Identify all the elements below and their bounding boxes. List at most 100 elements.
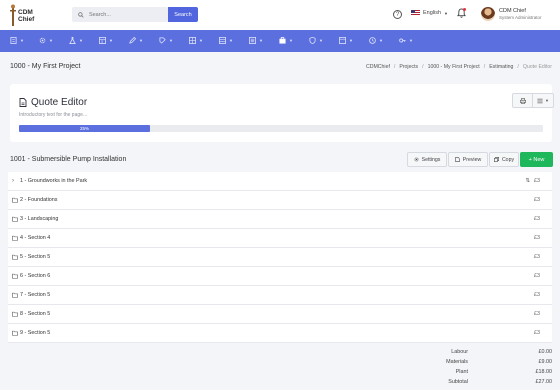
total-label: Materials — [446, 359, 468, 365]
quote-editor-intro: Introductory text for the page... — [19, 112, 88, 118]
menu-item-shield[interactable]: ▼ — [309, 37, 323, 44]
grid-icon — [189, 37, 196, 44]
list-item-value: £3 — [534, 197, 540, 203]
menu-item-key[interactable]: ▼ — [399, 37, 413, 44]
settings-label: Settings — [421, 156, 441, 163]
file-icon — [455, 157, 460, 162]
language-label: English — [423, 10, 442, 16]
print-button[interactable] — [513, 94, 533, 107]
list-item[interactable]: 6 - Section 6 £3 — [8, 267, 552, 286]
list-item[interactable]: 2 - Foundations £3 — [8, 191, 552, 210]
quote-editor-title: Quote Editor — [31, 97, 88, 108]
breadcrumb-item[interactable]: CDMChief — [366, 64, 390, 70]
search-box — [72, 7, 168, 22]
total-value: £27.00 — [535, 379, 553, 385]
user-role: System Administrator — [499, 15, 542, 20]
menu-item-briefcase[interactable]: ▼ — [279, 37, 293, 44]
language-selector[interactable]: English ▼ — [411, 10, 448, 16]
menu-item-pencil[interactable]: ▼ — [129, 37, 143, 44]
search-icon — [78, 11, 84, 18]
user-name[interactable]: CDM Chief — [499, 8, 526, 14]
copy-label: Copy — [501, 156, 515, 163]
list-menu-button[interactable]: ▼ — [533, 94, 553, 107]
settings-button[interactable]: Settings — [407, 152, 447, 167]
layers-icon — [249, 37, 256, 44]
sort-icon[interactable]: ⇅ — [525, 178, 530, 184]
menu-item-layers[interactable]: ▼ — [249, 37, 263, 44]
menu-item-document[interactable]: ▼ — [10, 37, 24, 44]
menu-item-paint[interactable]: ▼ — [159, 37, 173, 44]
total-label: Subtotal — [448, 379, 468, 385]
clock-icon — [369, 37, 376, 44]
gear-icon — [39, 37, 46, 44]
new-button[interactable]: + New — [520, 152, 553, 167]
menu-item-layout[interactable]: ▼ — [339, 37, 353, 44]
us-flag-icon — [411, 10, 420, 16]
list-item-label: 4 - Section 4 — [20, 235, 51, 241]
chevron-down-icon: ▼ — [545, 98, 549, 103]
file-edit-icon — [19, 98, 27, 107]
logo[interactable]: CDM Chief — [8, 3, 36, 27]
list-item[interactable]: 4 - Section 4 £3 — [8, 229, 552, 248]
folder-icon — [12, 273, 18, 279]
list-item-value: £3 — [534, 216, 540, 222]
breadcrumb-item[interactable]: Projects — [399, 64, 418, 70]
menu-item-grid[interactable]: ▼ — [189, 37, 203, 44]
help-icon[interactable]: ? — [393, 10, 402, 19]
document-icon — [10, 37, 17, 44]
card-actions: ▼ — [512, 93, 554, 108]
menu-item-flask[interactable]: ▼ — [69, 37, 83, 44]
total-value: £18.00 — [535, 369, 553, 375]
briefcase-icon — [279, 37, 286, 44]
sections-list: › 1 - Groundworks in the Park ⇅ £3 2 - F… — [8, 172, 552, 343]
list-item[interactable]: 7 - Section 5 £3 — [8, 286, 552, 305]
breadcrumb-item[interactable]: 1000 - My First Project — [428, 64, 480, 70]
paint-icon — [159, 37, 166, 44]
list-item[interactable]: 5 - Section 5 £3 — [8, 248, 552, 267]
total-row: Materials £9.00 — [300, 359, 552, 369]
preview-label: Preview — [462, 156, 482, 163]
list-item-label: 1 - Groundworks in the Park — [20, 178, 88, 184]
list-item-value: £3 — [534, 235, 540, 241]
layout-icon — [339, 37, 346, 44]
total-row: Subtotal £27.00 — [300, 379, 552, 389]
folder-icon — [12, 216, 18, 222]
breadcrumb: CDMChief / Projects/ 1000 - My First Proj… — [366, 64, 552, 70]
total-value: £0.00 — [538, 349, 553, 355]
logo-text-1: CDM — [18, 9, 33, 16]
folder-icon — [12, 330, 18, 336]
menu-item-table[interactable]: ▼ — [99, 37, 113, 44]
notification-dot — [463, 8, 466, 11]
total-value: £9.00 — [538, 359, 553, 365]
chevron-right-icon[interactable]: › — [12, 178, 18, 184]
shield-icon — [309, 37, 316, 44]
list-item[interactable]: 8 - Section 5 £3 — [8, 305, 552, 324]
total-label: Plant — [455, 369, 468, 375]
key-icon — [399, 38, 406, 43]
folder-icon — [12, 235, 18, 241]
menu-item-table-2[interactable]: ▼ — [219, 37, 233, 44]
list-item-label: 9 - Section 5 — [20, 330, 51, 336]
logo-text-2: Chief — [18, 16, 35, 23]
search-button[interactable]: Search — [168, 7, 198, 22]
page-title: 1000 - My First Project — [10, 63, 81, 70]
preview-button[interactable]: Preview — [448, 152, 488, 167]
avatar[interactable] — [481, 7, 495, 21]
list-item[interactable]: 9 - Section 5 £3 — [8, 324, 552, 343]
copy-button[interactable]: Copy — [489, 152, 519, 167]
total-row: Plant £18.00 — [300, 369, 552, 379]
folder-icon — [12, 254, 18, 260]
main-menu-bar: ▼ ▼ ▼ ▼ ▼ ▼ ▼ ▼ ▼ ▼ ▼ ▼ ▼ ▼ — [0, 30, 560, 52]
list-item-value: £3 — [534, 178, 540, 184]
list-item[interactable]: 3 - Landscaping £3 — [8, 210, 552, 229]
menu-item-clock[interactable]: ▼ — [369, 37, 383, 44]
list-item-label: 7 - Section 5 — [20, 292, 51, 298]
progress-bar: 25% — [19, 125, 543, 132]
menu-item-settings[interactable]: ▼ — [39, 37, 53, 44]
list-item[interactable]: › 1 - Groundworks in the Park ⇅ £3 — [8, 172, 552, 191]
table-icon — [219, 37, 226, 44]
breadcrumb-item[interactable]: Estimating — [489, 64, 513, 70]
flask-icon — [69, 37, 76, 44]
search-input[interactable] — [88, 11, 168, 18]
quote-editor-heading: Quote Editor — [19, 97, 87, 108]
